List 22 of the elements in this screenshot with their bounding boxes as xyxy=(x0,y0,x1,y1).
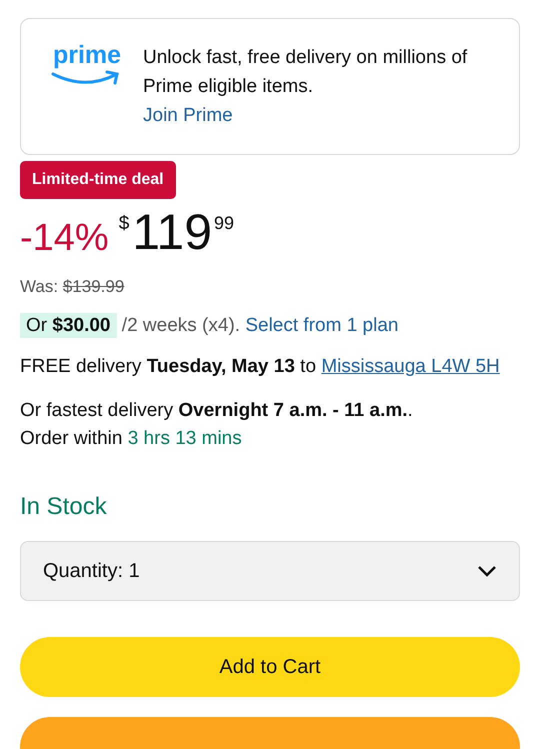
select-plan-link[interactable]: Select from 1 plan xyxy=(245,315,398,336)
countdown-text: 3 hrs 13 mins xyxy=(128,428,242,449)
quantity-dropdown[interactable]: Quantity: 1 xyxy=(20,541,520,601)
installment-terms: /2 weeks (x4). xyxy=(122,315,240,336)
delivery-text: FREE delivery Tuesday, May 13 to xyxy=(20,356,316,377)
prime-message: Unlock fast, free delivery on millions of Prime eligible items. xyxy=(143,46,468,99)
was-price: $139.99 xyxy=(62,277,124,296)
currency-symbol: $ xyxy=(118,213,130,235)
chevron-down-icon xyxy=(477,565,497,577)
fastest-delivery-text: Or fastest delivery Overnight 7 a.m. - 11 a.m.. xyxy=(20,399,414,423)
installment-amount: Or $30.00 xyxy=(20,313,117,338)
join-prime-link[interactable]: Join Prime xyxy=(143,101,499,130)
order-within-text: Order within xyxy=(20,428,122,449)
was-label: Was: xyxy=(20,277,58,296)
prime-logo: prime xyxy=(52,43,122,68)
add-to-cart-button[interactable]: Add to Cart xyxy=(20,637,520,697)
price-cents: 99 xyxy=(214,213,234,234)
location-link[interactable]: Mississauga L4W 5H xyxy=(321,356,500,377)
stock-status: In Stock xyxy=(20,493,108,521)
price-whole: 119 xyxy=(132,207,212,257)
deal-badge: Limited-time deal xyxy=(20,161,176,199)
discount-percent: -14% xyxy=(20,217,109,260)
